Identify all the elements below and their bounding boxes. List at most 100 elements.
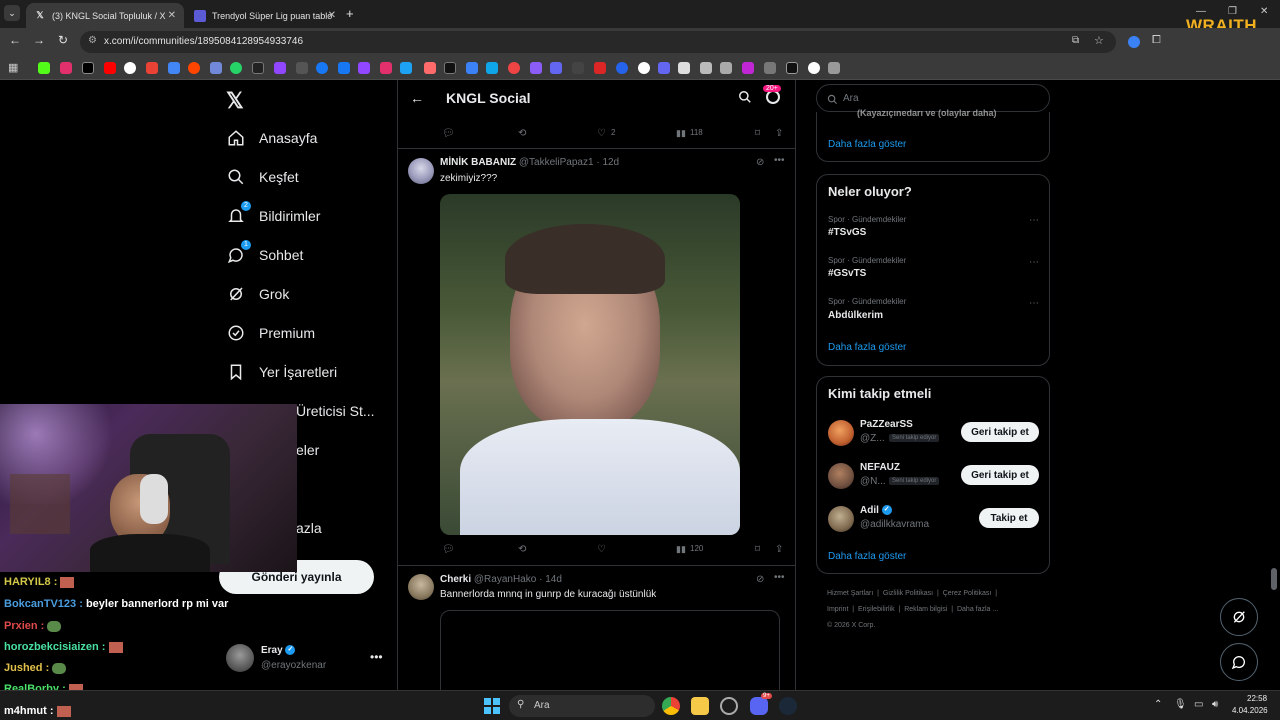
bookmark-icon[interactable] (188, 62, 200, 74)
network-icon[interactable]: ▭ (1194, 699, 1203, 710)
puzzle-icon[interactable]: ⧠ (1152, 34, 1161, 47)
author-handle[interactable]: @RayanHako (474, 574, 536, 585)
bookmark-icon[interactable] (252, 62, 264, 74)
reload-icon[interactable]: ↻ (54, 33, 72, 47)
search-icon[interactable] (738, 90, 752, 109)
bookmark-icon[interactable] (720, 62, 732, 74)
reply-icon[interactable]: 💬︎ (442, 544, 455, 555)
more-icon[interactable]: ••• (774, 572, 785, 583)
bookmark-icon[interactable] (678, 62, 690, 74)
avatar[interactable] (828, 463, 854, 489)
bookmark-icon[interactable] (358, 62, 370, 74)
bookmark-icon[interactable] (828, 62, 840, 74)
bookmark-icon[interactable] (658, 62, 670, 74)
close-tab-icon[interactable]: ✕ (328, 10, 336, 21)
forward-icon[interactable]: → (30, 33, 48, 47)
chrome-icon[interactable] (662, 697, 680, 715)
footer-link[interactable]: Daha fazla ... (957, 606, 998, 613)
tab-list-button[interactable]: ⌄ (4, 5, 20, 21)
nav-chat[interactable]: 1 Sohbet (226, 237, 303, 273)
microphone-icon[interactable]: 🎙︎ (1174, 699, 1187, 710)
settings-icon[interactable] (720, 697, 738, 715)
bookmark-icon[interactable] (530, 62, 542, 74)
x-logo-icon[interactable]: 𝕏 (226, 88, 244, 114)
footer-link[interactable]: Çerez Politikası (943, 590, 992, 597)
star-icon[interactable]: ☆ (1094, 34, 1104, 47)
bookmark-icon[interactable] (316, 62, 328, 74)
bookmark-icon[interactable]: ⌑ (755, 128, 760, 139)
start-icon[interactable] (484, 698, 500, 714)
reply-icon[interactable]: 💬︎ (442, 128, 455, 139)
bookmark-icon[interactable] (146, 62, 158, 74)
grok-float-button[interactable] (1220, 598, 1258, 636)
install-icon[interactable]: ⧉ (1072, 35, 1079, 46)
more-icon[interactable]: ••• (370, 650, 383, 664)
tweet-media[interactable] (440, 610, 780, 690)
bookmark-icon[interactable] (380, 62, 392, 74)
close-tab-icon[interactable]: ✕ (168, 10, 176, 21)
bookmark-icon[interactable] (486, 62, 498, 74)
taskbar-search[interactable]: ⚲ Ara (509, 695, 655, 717)
bookmark-icon[interactable] (424, 62, 436, 74)
new-tab-button[interactable]: + (346, 6, 354, 21)
bookmark-icon[interactable] (638, 62, 650, 74)
folder-icon[interactable] (691, 697, 709, 715)
bookmark-icon[interactable] (616, 62, 628, 74)
page-scrollbar[interactable] (1271, 568, 1277, 590)
share-icon[interactable]: ⇪ (775, 544, 783, 555)
more-icon[interactable]: ⋯ (1029, 215, 1039, 226)
bookmark-icon[interactable] (296, 62, 308, 74)
tweet-time[interactable]: 12d (602, 157, 619, 168)
show-more-link[interactable]: Daha fazla göster (828, 551, 906, 562)
grok-icon[interactable]: ⊘ (756, 157, 764, 168)
bookmark-icon[interactable] (466, 62, 478, 74)
bookmark-icon[interactable]: ⌑ (755, 544, 760, 555)
apps-icon[interactable]: ▦ (8, 61, 18, 74)
bookmark-icon[interactable] (764, 62, 776, 74)
extension-icon[interactable] (1128, 36, 1140, 48)
retweet-icon[interactable]: ⟲ (518, 128, 526, 139)
author-name[interactable]: Cherki (440, 574, 471, 585)
show-more-link[interactable]: Daha fazla göster (828, 342, 906, 353)
footer-link[interactable]: Reklam bilgisi (904, 606, 947, 613)
tweet[interactable]: Cherki @RayanHako · 14d ⊘ ••• Bannerlord… (398, 565, 795, 690)
minimize-icon[interactable]: — (1196, 6, 1206, 17)
bookmark-icon[interactable] (230, 62, 242, 74)
tweet-time[interactable]: 14d (545, 574, 562, 585)
views-icon[interactable]: ▮▮ (676, 128, 686, 139)
author-name[interactable]: MİNİK BABANIZ (440, 157, 516, 168)
clock-date[interactable]: 4.04.2026 (1232, 706, 1268, 715)
avatar[interactable] (828, 420, 854, 446)
more-icon[interactable]: ⋯ (1029, 298, 1039, 309)
show-more-link[interactable]: Daha fazla göster (828, 139, 906, 150)
tweet[interactable]: MİNİK BABANIZ @TakkeliPapaz1 · 12d ⊘ •••… (398, 148, 795, 564)
nav-creator-studio[interactable]: Üreticisi St... (296, 393, 375, 429)
like-icon[interactable]: ♡ (597, 544, 606, 555)
bookmark-icon[interactable] (444, 62, 456, 74)
like-icon[interactable]: ♡ (597, 128, 606, 139)
more-icon[interactable]: ⋯ (1029, 257, 1039, 268)
close-window-icon[interactable]: ✕ (1260, 6, 1268, 17)
avatar[interactable] (408, 574, 434, 600)
steam-icon[interactable] (779, 697, 797, 715)
tweet-photo[interactable] (440, 194, 740, 535)
url-field[interactable]: ⚙ x.com/i/communities/189508412895493374… (80, 31, 1116, 53)
author-handle[interactable]: @TakkeliPapaz1 (519, 157, 594, 168)
nav-explore[interactable]: Keşfet (226, 159, 299, 195)
footer-link[interactable]: Gizlilik Politikası (883, 590, 933, 597)
bookmark-icon[interactable] (210, 62, 222, 74)
site-info-icon[interactable]: ⚙ (88, 35, 97, 46)
account-switcher[interactable]: Eray ✓ @erayozkenar ••• (226, 640, 396, 680)
settings-icon[interactable] (766, 90, 780, 104)
tab-trendyol[interactable]: Trendyol Süper Lig puan tablosu ✕ (186, 3, 344, 28)
share-icon[interactable]: ⇪ (775, 128, 783, 139)
more-icon[interactable]: ••• (774, 155, 785, 166)
nav-home[interactable]: Anasayfa (226, 120, 317, 156)
follow-button[interactable]: Takip et (979, 508, 1039, 528)
bookmark-icon[interactable] (550, 62, 562, 74)
bookmark-icon[interactable] (38, 62, 50, 74)
footer-link[interactable]: Imprint (827, 606, 848, 613)
nav-communities[interactable]: eler (296, 432, 319, 468)
bookmark-icon[interactable] (572, 62, 584, 74)
footer-link[interactable]: Erişilebilirlik (858, 606, 895, 613)
